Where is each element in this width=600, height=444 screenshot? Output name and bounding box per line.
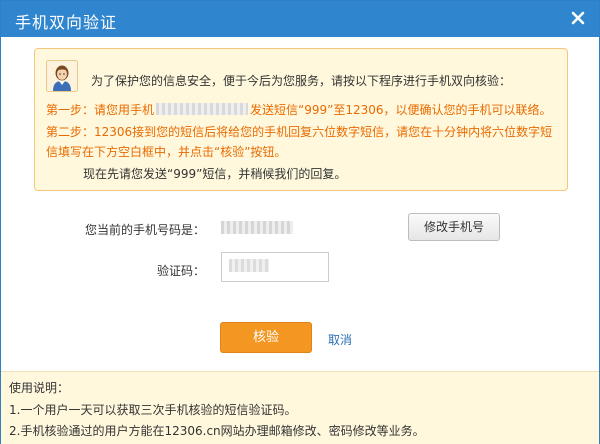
usage-item-2: 2.手机核验通过的用户方能在12306.cn网站办理邮箱修改、密码修改等业务。 (9, 424, 425, 438)
verify-button[interactable]: 核验 (220, 322, 312, 353)
modify-phone-button[interactable]: 修改手机号 (408, 213, 500, 241)
notice-step2-line1: 第二步：12306接到您的短信后将给您的手机回复六位数字短信，请您在十分钟内将六… (46, 125, 553, 139)
dialog-title: 手机双向验证 (15, 13, 118, 32)
step1-suffix: 发送短信“999”至12306，以便确认您的手机可以联络。 (250, 103, 552, 117)
code-label: 验证码： (156, 264, 205, 278)
step1-prefix: 第一步：请您用手机 (46, 103, 155, 117)
usage-item-1: 1.一个用户一天可以获取三次手机核验的短信验证码。 (9, 403, 297, 417)
close-icon[interactable] (567, 7, 589, 29)
customer-service-avatar-icon (46, 60, 78, 92)
phone-label: 您当前的手机号码是： (84, 223, 205, 237)
notice-step2-line2: 信填写在下方空白框中，并点击“核验”按钮。 (46, 145, 287, 159)
verification-code-input[interactable] (221, 252, 329, 282)
phone-verification-dialog: 手机双向验证 为了保护您的信息安全，便于今后为您服务，请按以下程序进行手机双向核… (0, 0, 600, 444)
masked-phone-number (156, 103, 249, 115)
usage-heading: 使用说明： (9, 381, 70, 395)
usage-instructions: 使用说明： 1.一个用户一天可以获取三次手机核验的短信验证码。 2.手机核验通过… (1, 371, 599, 444)
notice-intro: 为了保护您的信息安全，便于今后为您服务，请按以下程序进行手机双向核验： (91, 74, 512, 88)
masked-current-phone (221, 221, 293, 234)
notice-note: 现在先请您发送“999”短信，并稍候我们的回复。 (83, 167, 347, 181)
cancel-link[interactable]: 取消 (328, 331, 352, 348)
notice-step1: 第一步：请您用手机 发送短信“999”至12306，以便确认您的手机可以联络。 (46, 102, 552, 118)
notice-box: 为了保护您的信息安全，便于今后为您服务，请按以下程序进行手机双向核验： 第一步：… (34, 48, 568, 191)
dialog-title-bar: 手机双向验证 (1, 1, 599, 37)
